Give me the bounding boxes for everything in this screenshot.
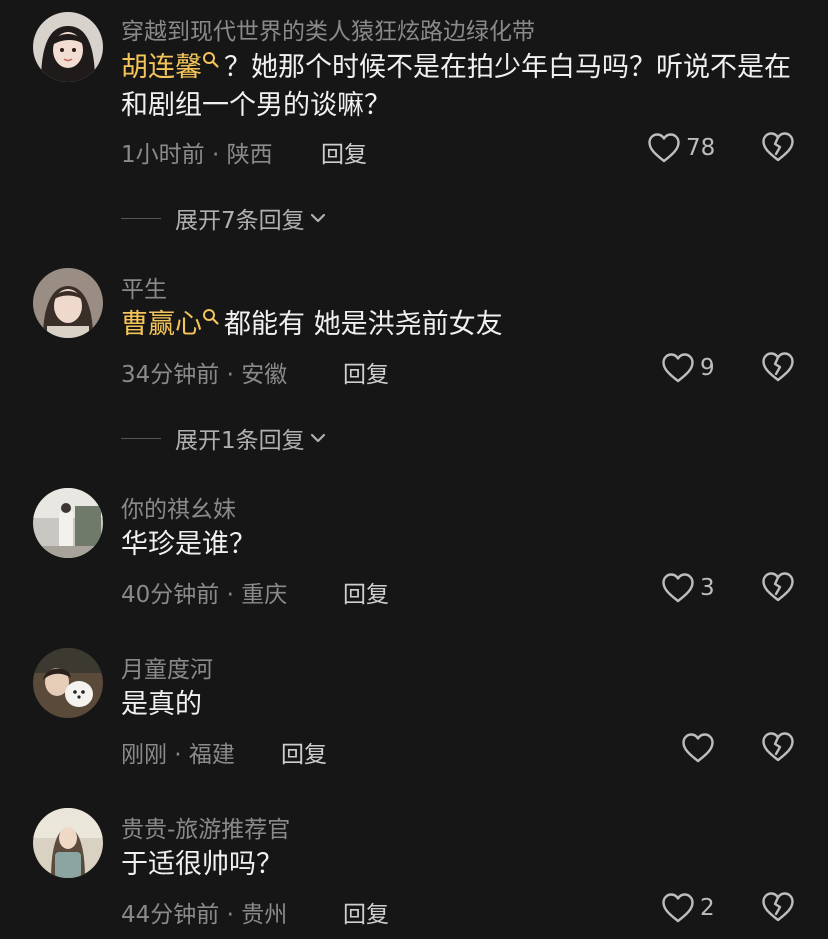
heart-icon xyxy=(647,132,681,164)
broken-heart-icon xyxy=(761,131,795,163)
dislike-button[interactable] xyxy=(761,131,795,163)
search-icon xyxy=(202,51,220,69)
like-button[interactable]: 2 xyxy=(661,891,715,925)
comment-text: 于适很帅吗？ xyxy=(121,849,283,880)
expand-replies-button[interactable]: 展开7条回复 xyxy=(121,201,329,235)
search-icon xyxy=(202,308,220,326)
avatar[interactable] xyxy=(33,12,103,82)
comment-body: 都能有 她是洪尧前女友 xyxy=(224,309,503,340)
divider xyxy=(121,437,161,439)
expand-replies-label: 展开7条回复 xyxy=(175,208,305,234)
reply-button[interactable]: 回复 xyxy=(343,575,389,609)
dislike-button[interactable] xyxy=(761,731,795,763)
reply-button[interactable]: 回复 xyxy=(343,895,389,929)
username[interactable]: 贵贵-旅游推荐官 xyxy=(121,810,290,844)
like-count: 3 xyxy=(700,575,715,601)
comment-body: ？她那个时候不是在拍少年白马吗？听说不是在和剧组一个男的谈嘛？ xyxy=(121,52,791,121)
divider xyxy=(121,217,161,219)
reply-button[interactable]: 回复 xyxy=(281,735,327,769)
avatar[interactable] xyxy=(33,648,103,718)
mention-link[interactable]: 胡连馨 xyxy=(121,52,202,83)
username[interactable]: 你的祺幺妹 xyxy=(121,490,236,524)
chevron-down-icon xyxy=(307,207,329,229)
like-button[interactable]: 3 xyxy=(661,571,715,605)
like-button[interactable]: 78 xyxy=(647,131,715,165)
heart-icon xyxy=(661,572,695,604)
reply-button[interactable]: 回复 xyxy=(343,355,389,389)
broken-heart-icon xyxy=(761,351,795,383)
broken-heart-icon xyxy=(761,891,795,923)
comment-text: 胡连馨 ？她那个时候不是在拍少年白马吗？听说不是在和剧组一个男的谈嘛？ xyxy=(121,49,801,125)
comment-text: 是真的 xyxy=(121,689,202,720)
comment-meta: 40分钟前 · 重庆 xyxy=(121,582,288,608)
like-count: 2 xyxy=(700,895,715,921)
like-button[interactable] xyxy=(681,731,715,765)
comment-meta: 44分钟前 · 贵州 xyxy=(121,902,288,928)
dislike-button[interactable] xyxy=(761,571,795,603)
avatar[interactable] xyxy=(33,268,103,338)
username[interactable]: 穿越到现代世界的类人猿狂炫路边绿化带 xyxy=(121,12,535,46)
comment-meta: 34分钟前 · 安徽 xyxy=(121,362,288,388)
reply-button[interactable]: 回复 xyxy=(321,135,367,169)
expand-replies-label: 展开1条回复 xyxy=(175,428,305,454)
comment-meta: 刚刚 · 福建 xyxy=(121,742,235,768)
like-count: 78 xyxy=(686,135,716,161)
username[interactable]: 月童度河 xyxy=(121,650,213,684)
avatar[interactable] xyxy=(33,808,103,878)
avatar[interactable] xyxy=(33,488,103,558)
expand-replies-button[interactable]: 展开1条回复 xyxy=(121,421,329,455)
broken-heart-icon xyxy=(761,731,795,763)
comment-text: 华珍是谁？ xyxy=(121,529,256,560)
heart-icon xyxy=(661,352,695,384)
comment-text: 曹赢心 都能有 她是洪尧前女友 xyxy=(121,306,801,344)
like-count: 9 xyxy=(700,355,715,381)
broken-heart-icon xyxy=(761,571,795,603)
like-button[interactable]: 9 xyxy=(661,351,715,385)
dislike-button[interactable] xyxy=(761,891,795,923)
heart-icon xyxy=(661,892,695,924)
comment-meta: 1小时前 · 陕西 xyxy=(121,142,273,168)
chevron-down-icon xyxy=(307,427,329,449)
username[interactable]: 平生 xyxy=(121,270,167,304)
heart-icon xyxy=(681,732,715,764)
mention-link[interactable]: 曹赢心 xyxy=(121,309,202,340)
dislike-button[interactable] xyxy=(761,351,795,383)
